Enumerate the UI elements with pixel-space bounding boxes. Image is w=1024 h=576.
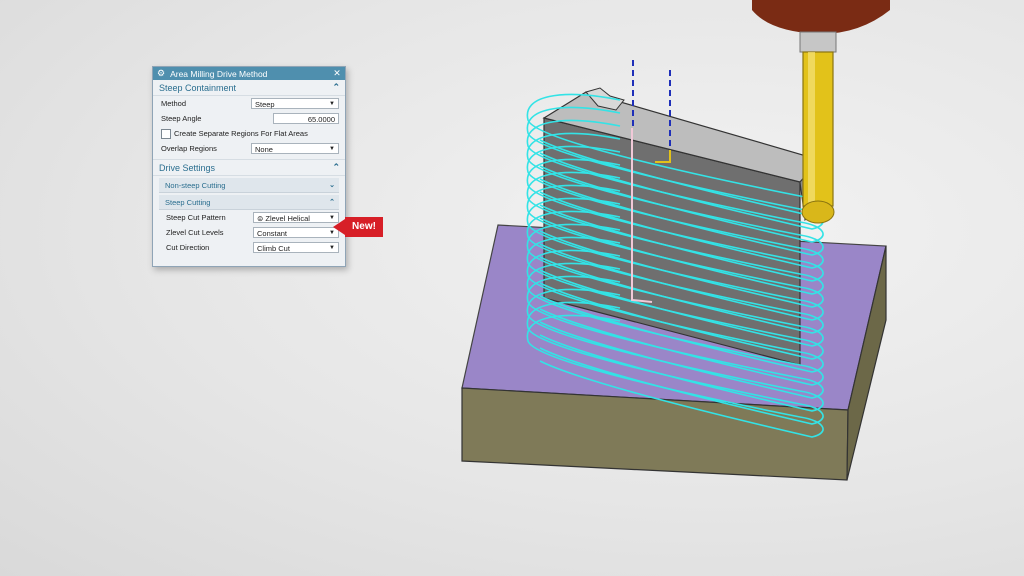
- new-feature-callout: New!: [331, 217, 383, 237]
- dropdown-arrow-icon: ▼: [329, 101, 335, 107]
- zlevel-cut-levels-label: Zlevel Cut Levels: [166, 228, 224, 237]
- steep-cut-pattern-dropdown[interactable]: ⊜ Zlevel Helical ▼: [253, 212, 339, 223]
- create-regions-checkbox[interactable]: [161, 128, 171, 139]
- section-title: Steep Containment: [159, 82, 237, 93]
- overlap-row: Overlap Regions None ▼: [153, 141, 345, 156]
- steep-angle-row: Steep Angle 65.0000: [153, 111, 345, 126]
- section-title: Drive Settings: [159, 162, 216, 173]
- method-label: Method: [161, 99, 187, 108]
- method-dropdown[interactable]: Steep ▼: [251, 98, 339, 109]
- overlap-label: Overlap Regions: [161, 144, 217, 153]
- cut-direction-label: Cut Direction: [166, 243, 210, 252]
- close-icon[interactable]: ✕: [332, 67, 342, 80]
- overlap-value: None: [255, 145, 273, 154]
- chevron-down-icon[interactable]: ⌄: [329, 181, 335, 189]
- create-regions-row: Create Separate Regions For Flat Areas: [153, 126, 345, 141]
- cut-direction-value: Climb Cut: [257, 244, 290, 253]
- callout-arrow: [333, 219, 345, 235]
- area-milling-drive-method-dialog: ⚙ Area Milling Drive Method ✕ Steep Cont…: [152, 66, 346, 267]
- steep-angle-label: Steep Angle: [161, 114, 202, 123]
- zlevel-cut-levels-value: Constant: [257, 229, 288, 238]
- create-regions-label: Create Separate Regions For Flat Areas: [174, 129, 308, 138]
- chevron-up-icon[interactable]: ⌃: [329, 198, 335, 206]
- dialog-title: Area Milling Drive Method: [170, 68, 268, 79]
- steep-cut-pattern-value: Zlevel Helical: [265, 214, 310, 223]
- steep-cut-pattern-row: Steep Cut Pattern ⊜ Zlevel Helical ▼: [153, 210, 345, 225]
- dialog-titlebar: ⚙ Area Milling Drive Method ✕: [153, 67, 345, 80]
- subsection-title: Non-steep Cutting: [165, 180, 226, 190]
- chevron-up-icon[interactable]: ⌃: [332, 82, 340, 93]
- chevron-up-icon[interactable]: ⌃: [332, 162, 340, 173]
- non-steep-cutting-header[interactable]: Non-steep Cutting ⌄: [159, 178, 339, 193]
- zlevel-cut-levels-row: Zlevel Cut Levels Constant ▼: [153, 225, 345, 240]
- zlevel-cut-levels-dropdown[interactable]: Constant ▼: [253, 227, 339, 238]
- gear-icon: ⚙: [157, 68, 166, 78]
- steep-cut-pattern-label: Steep Cut Pattern: [166, 213, 226, 222]
- steep-cutting-header[interactable]: Steep Cutting ⌃: [159, 195, 339, 210]
- steep-containment-header[interactable]: Steep Containment ⌃: [153, 80, 345, 96]
- dropdown-arrow-icon: ▼: [329, 245, 335, 251]
- callout-text: New!: [345, 217, 383, 237]
- method-value: Steep: [255, 100, 275, 109]
- method-row: Method Steep ▼: [153, 96, 345, 111]
- drive-settings-header[interactable]: Drive Settings ⌃: [153, 159, 345, 176]
- dropdown-arrow-icon: ▼: [329, 146, 335, 152]
- subsection-title: Steep Cutting: [165, 197, 211, 207]
- cut-direction-row: Cut Direction Climb Cut ▼: [153, 240, 345, 255]
- steep-angle-input[interactable]: 65.0000: [273, 113, 339, 124]
- cut-direction-dropdown[interactable]: Climb Cut ▼: [253, 242, 339, 253]
- overlap-dropdown[interactable]: None ▼: [251, 143, 339, 154]
